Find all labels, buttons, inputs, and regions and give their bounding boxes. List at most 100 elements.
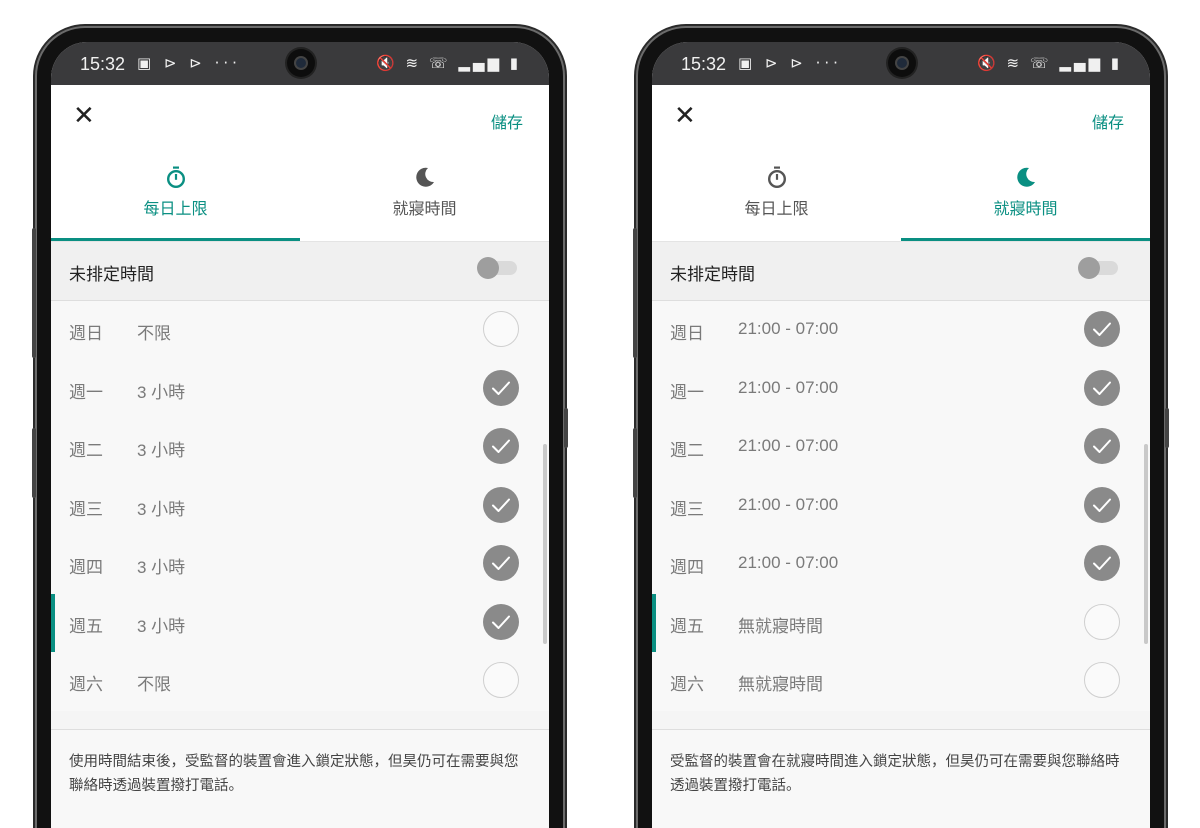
phone-frame-daily-limit: 15:32 ▣ ⊳ ⊳ ··· 🔇 ≋ ☏ ▂▄▆ ▮ ✕ 儲存 每日上限 就寢… [32, 28, 568, 828]
save-button[interactable]: 儲存 [1092, 109, 1124, 133]
unscheduled-time-label: 未排定時間 [670, 265, 755, 285]
checked-circle-icon[interactable] [483, 603, 519, 640]
checked-circle-icon[interactable] [1084, 428, 1120, 464]
power-button [1165, 408, 1169, 448]
volume-button [633, 228, 637, 358]
day-name: 週五 [69, 616, 103, 637]
day-name: 週三 [69, 499, 103, 520]
day-value: 21:00 - 07:00 [738, 377, 839, 397]
tab-bar: 每日上限 就寢時間 [51, 157, 549, 242]
checked-circle-icon[interactable] [483, 428, 519, 464]
close-button[interactable]: ✕ [73, 103, 95, 129]
app-bar: ✕ 儲存 [652, 85, 1150, 157]
unscheduled-time-toggle[interactable] [1078, 257, 1118, 279]
tab-bedtime[interactable]: 就寢時間 [901, 157, 1150, 241]
timer-icon [765, 165, 789, 189]
unchecked-circle-icon[interactable] [1084, 662, 1120, 698]
camera-hole-icon [888, 49, 916, 77]
unscheduled-time-row: 未排定時間 [652, 242, 1150, 301]
day-list: 週日 不限 週一 3 小時 週二 3 小時 週三 3 小時 週四 3 小時 週五… [51, 301, 549, 711]
day-row[interactable]: 週三 21:00 - 07:00 [652, 476, 1150, 535]
day-name: 週日 [69, 324, 103, 344]
day-row[interactable]: 週二 21:00 - 07:00 [652, 418, 1150, 477]
screen: 15:32 ▣ ⊳ ⊳ ··· 🔇 ≋ ☏ ▂▄▆ ▮ ✕ 儲存 每日上限 就寢… [51, 42, 549, 828]
day-row[interactable]: 週四 21:00 - 07:00 [652, 535, 1150, 594]
checked-circle-icon[interactable] [1084, 311, 1120, 347]
day-value: 21:00 - 07:00 [738, 494, 839, 514]
notification-icons: ▣ ⊳ ⊳ ··· [137, 54, 241, 72]
day-row[interactable]: 週六 不限 [51, 652, 549, 711]
unscheduled-time-label: 未排定時間 [69, 265, 154, 285]
day-value: 21:00 - 07:00 [738, 436, 839, 455]
system-status-icons: 🔇 ≋ ☏ ▂▄▆ ▮ [977, 54, 1122, 72]
day-row[interactable]: 週一 3 小時 [51, 359, 549, 418]
day-name: 週四 [69, 558, 103, 578]
unchecked-circle-icon[interactable] [483, 662, 519, 698]
tab-daily-limit[interactable]: 每日上限 [652, 157, 901, 241]
checked-circle-icon[interactable] [483, 545, 519, 581]
day-row[interactable]: 週三 3 小時 [51, 476, 549, 535]
day-name: 週六 [69, 675, 103, 695]
day-name: 週二 [69, 441, 103, 461]
tab-label: 每日上限 [143, 199, 208, 218]
day-value: 3 小時 [137, 616, 186, 636]
day-row[interactable]: 週二 3 小時 [51, 418, 549, 477]
day-row[interactable]: 週一 21:00 - 07:00 [652, 359, 1150, 418]
day-name: 週五 [670, 616, 704, 637]
save-button[interactable]: 儲存 [491, 109, 523, 133]
day-name: 週四 [670, 558, 704, 578]
toggle-knob [1078, 257, 1100, 279]
day-list: 週日 21:00 - 07:00 週一 21:00 - 07:00 週二 21:… [652, 301, 1150, 711]
day-row[interactable]: 週六 無就寢時間 [652, 652, 1150, 711]
info-note: 使用時間結束後，受監督的裝置會進入鎖定狀態，但昊仍可在需要與您聯絡時透過裝置撥打… [51, 729, 549, 828]
timer-icon [164, 165, 188, 189]
checked-circle-icon[interactable] [1084, 369, 1120, 406]
day-row[interactable]: 週五 無就寢時間 [652, 593, 1150, 652]
day-value: 3 小時 [137, 558, 186, 577]
day-value: 無就寢時間 [738, 675, 823, 694]
day-value: 3 小時 [137, 382, 186, 402]
tab-label: 就寢時間 [993, 199, 1058, 218]
camera-hole-icon [287, 49, 315, 77]
scrollbar[interactable] [543, 444, 547, 644]
moon-icon [1014, 165, 1038, 189]
unchecked-circle-icon[interactable] [483, 311, 519, 347]
close-button[interactable]: ✕ [674, 103, 696, 129]
day-name: 週三 [670, 499, 704, 520]
day-value: 21:00 - 07:00 [738, 319, 839, 338]
checked-circle-icon[interactable] [483, 369, 519, 406]
unchecked-circle-icon[interactable] [1084, 603, 1120, 640]
app-bar: ✕ 儲存 [51, 85, 549, 157]
tab-bedtime[interactable]: 就寢時間 [300, 157, 549, 241]
tab-label: 每日上限 [744, 199, 809, 218]
day-value: 3 小時 [137, 441, 186, 460]
checked-circle-icon[interactable] [1084, 545, 1120, 581]
phone-frame-bedtime: 15:32 ▣ ⊳ ⊳ ··· 🔇 ≋ ☏ ▂▄▆ ▮ ✕ 儲存 每日上限 就寢… [633, 28, 1169, 828]
status-bar: 15:32 ▣ ⊳ ⊳ ··· 🔇 ≋ ☏ ▂▄▆ ▮ [652, 42, 1150, 85]
status-bar: 15:32 ▣ ⊳ ⊳ ··· 🔇 ≋ ☏ ▂▄▆ ▮ [51, 42, 549, 85]
notification-icons: ▣ ⊳ ⊳ ··· [738, 54, 842, 72]
power-button [564, 408, 568, 448]
day-row[interactable]: 週四 3 小時 [51, 535, 549, 594]
scrollbar[interactable] [1144, 444, 1148, 644]
info-note: 受監督的裝置會在就寢時間進入鎖定狀態，但昊仍可在需要與您聯絡時透過裝置撥打電話。 [652, 729, 1150, 828]
day-row[interactable]: 週日 21:00 - 07:00 [652, 301, 1150, 360]
day-name: 週二 [670, 441, 704, 461]
tab-label: 就寢時間 [392, 199, 457, 218]
day-value: 無就寢時間 [738, 616, 823, 636]
checked-circle-icon[interactable] [1084, 486, 1120, 523]
system-status-icons: 🔇 ≋ ☏ ▂▄▆ ▮ [376, 54, 521, 72]
day-name: 週日 [670, 324, 704, 344]
day-value: 不限 [137, 324, 171, 343]
moon-icon [413, 165, 437, 189]
volume-button [32, 228, 36, 358]
checked-circle-icon[interactable] [483, 486, 519, 523]
unscheduled-time-toggle[interactable] [477, 257, 517, 279]
unscheduled-time-row: 未排定時間 [51, 242, 549, 301]
day-value: 不限 [137, 675, 171, 694]
day-name: 週一 [670, 382, 704, 403]
day-row[interactable]: 週五 3 小時 [51, 593, 549, 652]
bixby-button [32, 428, 36, 498]
day-row[interactable]: 週日 不限 [51, 301, 549, 360]
tab-daily-limit[interactable]: 每日上限 [51, 157, 300, 241]
